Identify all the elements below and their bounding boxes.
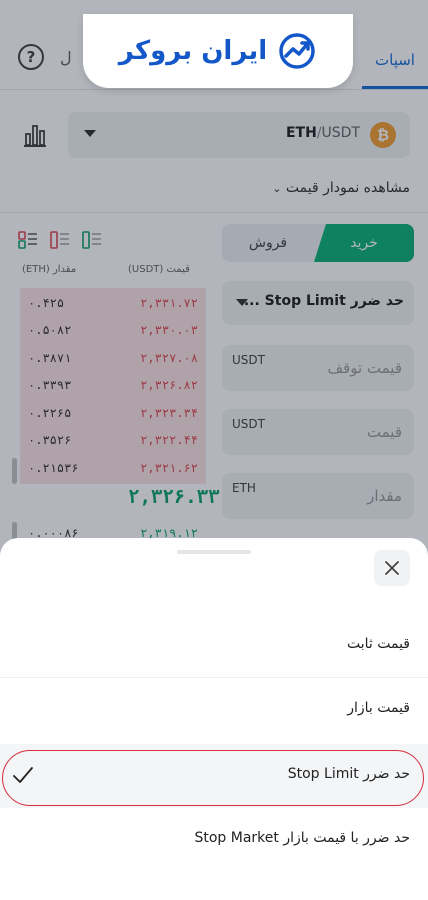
- close-icon: [385, 561, 399, 575]
- order-type-sheet: قیمت ثابت قیمت بازار حد ضرر Stop Limit ح…: [0, 538, 428, 900]
- option-label: قیمت ثابت: [346, 636, 410, 652]
- option-stop-market[interactable]: حد ضرر با قیمت بازار Stop Market: [0, 808, 428, 872]
- logo-text: ایران بروکر: [118, 36, 268, 66]
- option-label: قیمت بازار: [347, 700, 410, 716]
- option-market[interactable]: قیمت بازار: [0, 678, 428, 742]
- logo-mark-icon: [279, 33, 315, 69]
- sheet-drag-handle[interactable]: [177, 550, 251, 554]
- trade-page: ? ل اسپات ETH/USDT ₿ مشاهده نمودار قیمت …: [0, 0, 428, 900]
- highlight-annotation: [2, 750, 424, 806]
- brand-logo: ایران بروکر: [83, 14, 353, 88]
- option-limit[interactable]: قیمت ثابت: [0, 614, 428, 678]
- option-label: حد ضرر با قیمت بازار Stop Market: [194, 830, 410, 846]
- close-button[interactable]: [374, 550, 410, 586]
